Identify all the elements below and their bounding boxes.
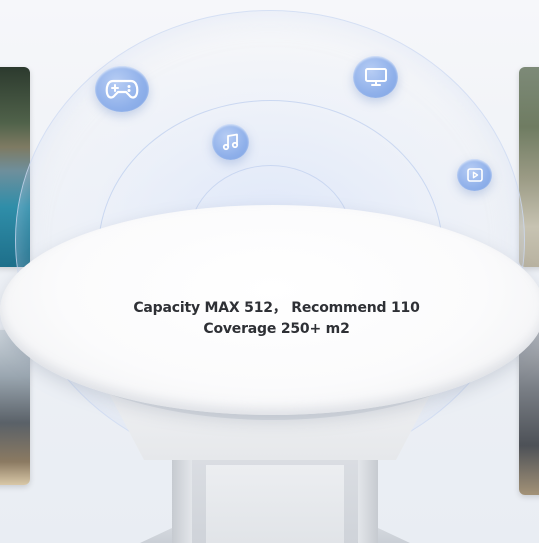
capacity-text: Capacity MAX 512， Recommend 110: [133, 300, 420, 316]
gamepad-icon: [95, 66, 149, 112]
monitor-icon: [353, 56, 398, 98]
video-play-icon: [457, 159, 492, 191]
mount-bracket-plate: [206, 465, 344, 543]
coverage-text: Coverage 250+ m2: [203, 321, 350, 337]
music-note-icon: [212, 124, 249, 160]
right-lounge-photo: [519, 330, 539, 495]
